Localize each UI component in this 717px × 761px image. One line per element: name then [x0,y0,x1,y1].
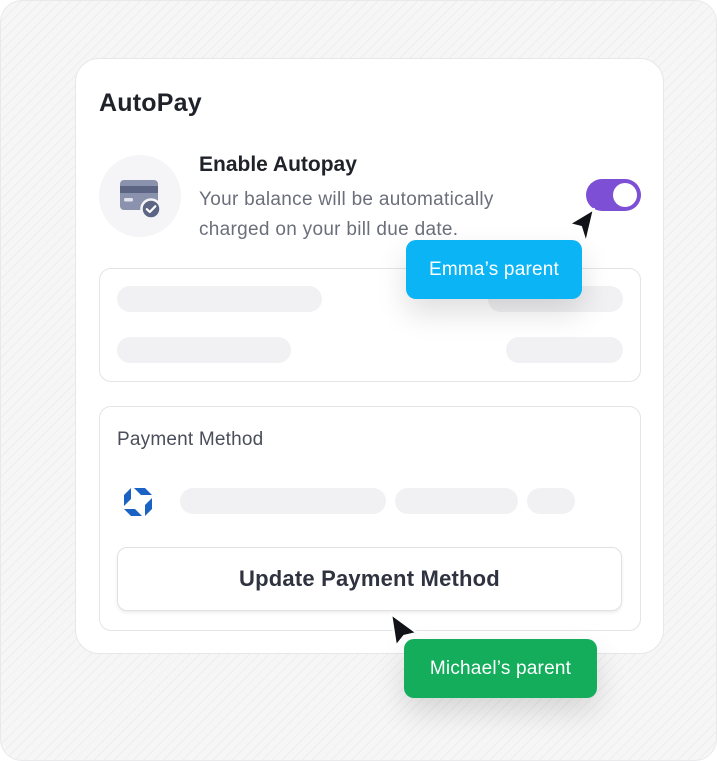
toggle-knob [613,183,637,207]
bank-logo [117,481,159,523]
bank-logo-icon [124,488,152,516]
card-icon-container [99,155,181,237]
card-title: AutoPay [99,89,202,117]
skeleton-line [180,488,386,514]
skeleton-line [527,488,575,514]
canvas-background: AutoPay Enable Autopay Your balance will… [0,0,717,761]
cursor-label-michael: Michael’s parent [404,639,597,698]
autopay-card: AutoPay Enable Autopay Your balance will… [75,58,664,654]
skeleton-line [395,488,518,514]
credit-card-check-icon [120,180,162,220]
update-payment-method-button[interactable]: Update Payment Method [117,547,622,611]
skeleton-line [506,337,623,363]
skeleton-line [117,337,291,363]
autopay-heading: Enable Autopay [199,153,357,176]
cursor-label-emma: Emma’s parent [406,240,582,299]
skeleton-line [117,286,322,312]
payment-method-panel: Payment Method Update Payment Method [99,406,641,631]
autopay-description: Your balance will be automatically charg… [199,189,494,240]
payment-method-label: Payment Method [117,429,264,450]
